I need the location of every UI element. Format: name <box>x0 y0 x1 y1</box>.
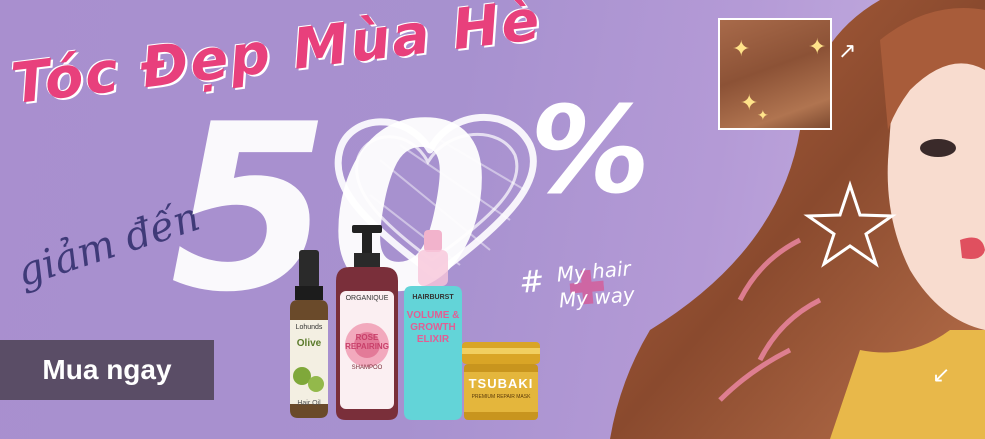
arrow-icon: ↗ <box>838 38 857 63</box>
olive-detail: Hair Oil <box>297 400 321 407</box>
sparkle-icon: ✦ <box>740 90 759 115</box>
olive-brand: Lohunds <box>295 324 323 331</box>
product-olive-oil: Lohunds Olive Hair Oil <box>284 250 334 418</box>
product-organique: ORGANIQUE ROSE REPAIRING SHAMPOO <box>330 225 404 420</box>
organique-detail: SHAMPOO <box>351 365 383 371</box>
olive-name: Olive <box>296 338 322 349</box>
sparkle-icon: ✦ <box>757 107 769 123</box>
oil-bottle-image <box>290 250 328 418</box>
sparkle-icon: ✦ <box>732 36 751 61</box>
hairburst-brand: HAIRBURST <box>412 294 454 301</box>
shampoo-bottle-image <box>336 225 398 420</box>
promo-banner[interactable]: Tóc Đẹp Mùa Hè giảm đến 50 % # My hair M… <box>0 0 985 439</box>
organique-name: ROSE REPAIRING <box>345 333 389 351</box>
tsubaki-brand: TSUBAKI <box>468 376 534 391</box>
tsubaki-detail: PREMIUM REPAIR MASK <box>471 394 531 400</box>
organique-brand: ORGANIQUE <box>345 295 389 302</box>
product-tsubaki: TSUBAKI PREMIUM REPAIR MASK <box>460 342 542 420</box>
shop-now-button[interactable]: Mua ngay <box>0 340 214 400</box>
hairburst-name: VOLUME & GROWTH ELIXIR <box>406 310 460 345</box>
arrow-icon: ↙ <box>932 362 951 387</box>
hashtag-symbol: # <box>517 263 546 301</box>
sparkle-icon: ✦ <box>808 34 827 59</box>
product-hairburst: HAIRBURST VOLUME & GROWTH ELIXIR <box>400 230 466 420</box>
